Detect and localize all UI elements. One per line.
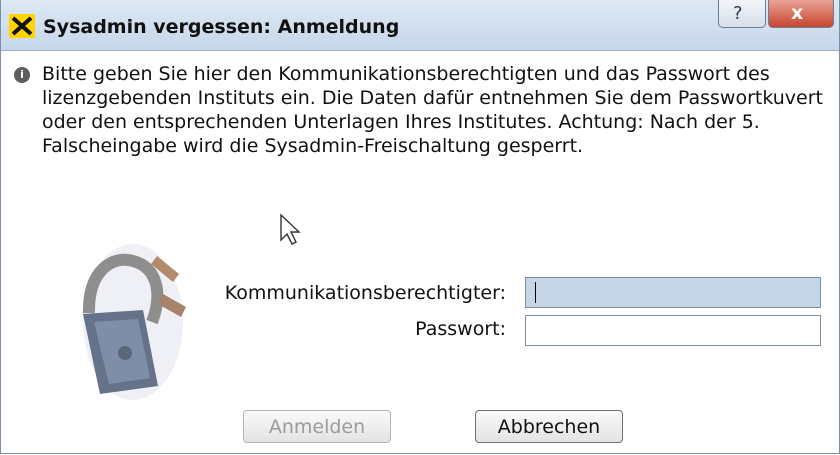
text-caret [535,282,536,303]
info-icon: i [14,67,30,83]
help-button[interactable]: ? [718,0,766,28]
dialog-window: Sysadmin vergessen: Anmeldung ? x i Bitt… [0,0,840,454]
communication-field[interactable] [525,277,821,308]
padlock-icon [82,244,186,400]
cancel-button[interactable]: Abbrechen [475,410,623,443]
password-field[interactable] [525,315,821,346]
title-bar: Sysadmin vergessen: Anmeldung ? x [1,0,839,51]
instruction-text: Bitte geben Sie hier den Kommunikationsb… [42,63,823,157]
window-title: Sysadmin vergessen: Anmeldung [43,16,400,38]
close-icon: x [791,2,804,24]
password-label: Passwort: [415,318,506,340]
help-icon: ? [733,3,743,24]
mouse-cursor-icon [280,213,301,245]
close-button[interactable]: x [768,0,834,28]
login-button[interactable]: Anmelden [243,410,391,443]
app-logo-icon [9,14,35,38]
communication-label: Kommunikationsberechtigter: [224,282,506,304]
